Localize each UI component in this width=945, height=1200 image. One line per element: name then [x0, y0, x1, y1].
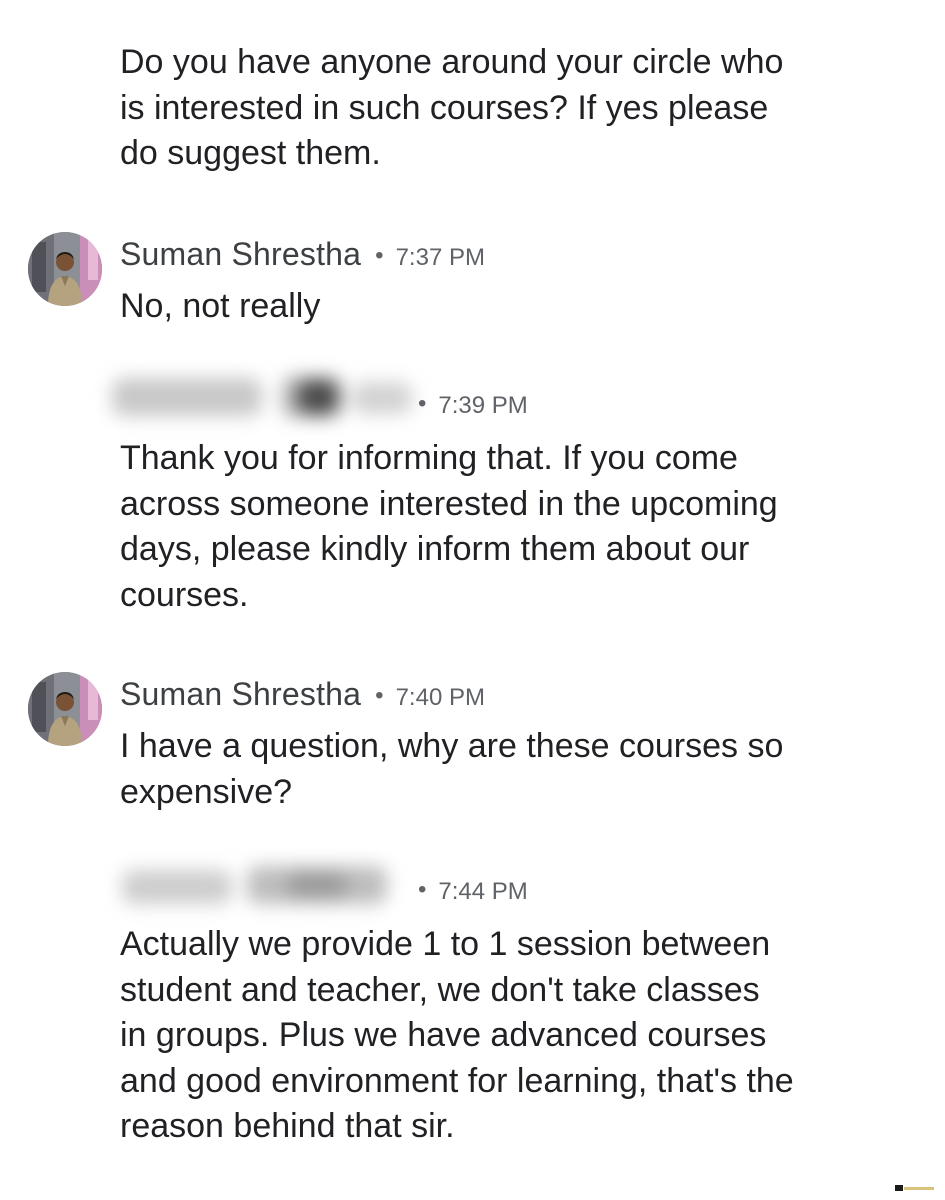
sender-name[interactable]: Suman Shrestha	[120, 676, 361, 713]
timestamp: 7:44 PM	[438, 878, 528, 905]
message-header: • 7:39 PM	[418, 390, 528, 420]
timestamp: 7:40 PM	[395, 684, 485, 711]
message-text: Thank you for informing that. If you com…	[120, 439, 778, 614]
message-text: No, not really	[120, 287, 321, 325]
redacted-sender-name	[112, 372, 422, 422]
separator-dot: •	[375, 682, 384, 709]
message-header: Suman Shrestha • 7:40 PM	[120, 676, 485, 713]
watermark-icon	[895, 1185, 934, 1191]
redacted-sender-name	[112, 860, 412, 910]
user-photo-avatar-icon	[28, 232, 102, 306]
message-text: Actually we provide 1 to 1 session betwe…	[120, 925, 794, 1145]
timestamp: 7:39 PM	[438, 392, 528, 419]
message-header: • 7:44 PM	[418, 876, 528, 906]
message-header: Suman Shrestha • 7:37 PM	[120, 236, 485, 273]
message-text: I have a question, why are these courses…	[120, 727, 784, 811]
separator-dot: •	[375, 242, 384, 269]
timestamp: 7:37 PM	[395, 244, 485, 271]
separator-dot: •	[418, 876, 427, 903]
sender-name[interactable]: Suman Shrestha	[120, 236, 361, 273]
avatar[interactable]	[28, 232, 102, 306]
user-photo-avatar-icon	[28, 672, 102, 746]
message-text: Do you have anyone around your circle wh…	[120, 43, 784, 172]
avatar[interactable]	[28, 672, 102, 746]
separator-dot: •	[418, 390, 427, 417]
